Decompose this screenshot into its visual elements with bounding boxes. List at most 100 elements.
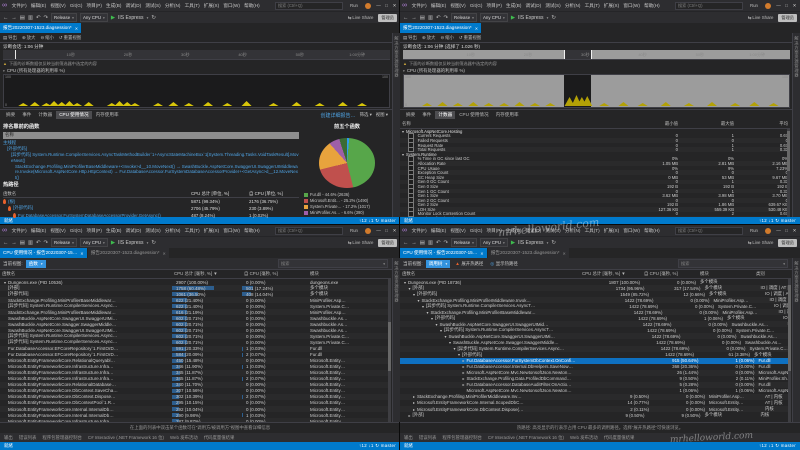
start-profile-label[interactable]: IIS Express bbox=[518, 240, 544, 246]
menu-item[interactable]: 工具(T) bbox=[583, 3, 601, 9]
platform-dropdown[interactable]: Any CPU▾ bbox=[80, 13, 108, 22]
close-tab-icon[interactable]: ✕ bbox=[80, 251, 84, 256]
platform-dropdown[interactable]: Any CPU▾ bbox=[80, 238, 108, 247]
show-hot-path-button[interactable]: ◎显示热路径 bbox=[488, 261, 519, 267]
menu-item[interactable]: 编辑(E) bbox=[429, 228, 448, 234]
quick-search-input[interactable]: 搜索 (Ctrl+Q) bbox=[675, 2, 743, 10]
panel-tab[interactable]: Web 发布活动 bbox=[170, 435, 198, 441]
timeline-ruler[interactable]: 10秒20秒30秒40秒50秒1:00分钟 bbox=[403, 50, 790, 60]
menu-item[interactable]: 生成(B) bbox=[504, 3, 523, 9]
menu-item[interactable]: 测试(S) bbox=[144, 3, 163, 9]
menu-item[interactable]: 调试(D) bbox=[124, 228, 143, 234]
live-share-button[interactable]: ⇆Live Share bbox=[748, 15, 774, 21]
menu-item[interactable]: Git(G) bbox=[68, 228, 84, 233]
document-tab[interactable]: 报告20220307-1523.diagsession*✕ bbox=[488, 248, 569, 258]
menu-item[interactable]: 工具(T) bbox=[583, 228, 601, 234]
close-button[interactable]: ✕ bbox=[791, 3, 798, 9]
menu-item[interactable]: 视图(V) bbox=[449, 228, 468, 234]
menu-item[interactable]: 测试(S) bbox=[544, 228, 563, 234]
menu-item[interactable]: 生成(B) bbox=[104, 228, 123, 234]
minimize-button[interactable]: — bbox=[775, 228, 782, 233]
hot-path-row[interactable]: [外部代码]2706 (45.79%)230 (3.89%) bbox=[3, 205, 299, 212]
menu-item[interactable]: 工具(T) bbox=[183, 228, 201, 234]
menu-item[interactable]: 编辑(E) bbox=[29, 228, 48, 234]
calltree-row[interactable]: ▸[外部]9 (0.50%)9 (0.50%)多个模块内核 bbox=[400, 412, 791, 418]
menu-item[interactable]: 项目(P) bbox=[85, 228, 104, 234]
tool-tab-item[interactable]: 事件 bbox=[419, 111, 434, 119]
panel-tab[interactable]: 代码度量值结果 bbox=[604, 435, 635, 441]
close-tab-icon[interactable]: ✕ bbox=[475, 26, 479, 31]
undo-icon[interactable]: ↶ bbox=[436, 240, 441, 246]
start-debug-icon[interactable]: ▶ bbox=[511, 15, 515, 21]
close-tab-icon[interactable]: ✕ bbox=[563, 251, 567, 256]
menu-item[interactable]: 窗口(W) bbox=[222, 3, 242, 9]
menu-item[interactable]: 文件(F) bbox=[10, 3, 28, 9]
menu-item[interactable]: 分析(N) bbox=[563, 3, 582, 9]
report-tool-button[interactable]: ⊕放大 bbox=[22, 35, 35, 41]
vertical-scrollbar[interactable] bbox=[388, 279, 391, 422]
save-all-icon[interactable]: ▥ bbox=[428, 240, 433, 246]
panel-tab[interactable]: C# Interactive (.NET Framework 16 位) bbox=[488, 435, 564, 441]
nav-forward-icon[interactable]: → bbox=[11, 15, 16, 21]
menu-item[interactable]: 分析(N) bbox=[163, 3, 182, 9]
panel-tab[interactable]: 输出 bbox=[4, 435, 13, 441]
menu-item[interactable]: Git(G) bbox=[68, 3, 84, 8]
report-tool-button[interactable]: ⊖缩小 bbox=[440, 35, 453, 41]
report-tool-button[interactable]: ↺重置视图 bbox=[459, 35, 481, 41]
functions-col-3[interactable]: 模块 bbox=[308, 271, 391, 277]
document-tab[interactable]: 报告20220307-1523.diagsession*✕ bbox=[400, 23, 481, 33]
counter-col-2[interactable]: 最大值 bbox=[680, 121, 736, 127]
cpu-usage-graph[interactable]: 1000100 bbox=[403, 74, 790, 108]
menu-item[interactable]: Git(G) bbox=[468, 228, 484, 233]
panel-tab[interactable]: 代码度量值结果 bbox=[204, 435, 235, 441]
functions-col-2[interactable]: 自 CPU [毫秒, %] bbox=[242, 271, 308, 277]
panel-tab[interactable]: Web 发布活动 bbox=[570, 435, 598, 441]
menu-item[interactable]: 测试(S) bbox=[144, 228, 163, 234]
tool-tab-item[interactable]: 内存使用率 bbox=[493, 111, 522, 119]
hot-path-link[interactable]: 主线程 bbox=[3, 140, 299, 146]
menu-item[interactable]: 扩展(X) bbox=[602, 228, 621, 234]
calltree-col-3[interactable]: 模块 bbox=[698, 271, 754, 277]
live-share-button[interactable]: ⇆Live Share bbox=[348, 240, 374, 246]
quick-search-input[interactable]: 搜索 (Ctrl+Q) bbox=[275, 227, 343, 235]
view-selector-dropdown[interactable]: 函数▾ bbox=[26, 260, 46, 268]
side-tool-tab[interactable]: 解决方案资源管理器 bbox=[792, 33, 800, 217]
calltree-col-4[interactable]: 类别 bbox=[754, 271, 791, 277]
menu-item[interactable]: 帮助(H) bbox=[243, 3, 262, 9]
calltree-col-1[interactable]: CPU 总计 [毫秒, %] ▼ bbox=[580, 271, 642, 277]
counter-col-1[interactable]: 最小值 bbox=[624, 121, 680, 127]
live-share-button[interactable]: ⇆Live Share bbox=[348, 15, 374, 21]
menu-item[interactable]: 调试(D) bbox=[524, 3, 543, 9]
save-all-icon[interactable]: ▥ bbox=[28, 240, 33, 246]
menu-item[interactable]: 生成(B) bbox=[504, 228, 523, 234]
tool-tab-item[interactable]: 摘要 bbox=[3, 111, 18, 119]
menu-item[interactable]: Git(G) bbox=[468, 3, 484, 8]
live-share-button[interactable]: ⇆Live Share bbox=[748, 240, 774, 246]
maximize-button[interactable]: □ bbox=[383, 228, 390, 233]
expand-hot-path-button[interactable]: ▲展开热路径 bbox=[453, 261, 485, 267]
menu-item[interactable]: 窗口(W) bbox=[222, 228, 242, 234]
report-tool-button[interactable]: ⊖缩小 bbox=[40, 35, 53, 41]
tool-tab-item[interactable]: CPU 使用情况 bbox=[456, 111, 491, 119]
configuration-dropdown[interactable]: Release▾ bbox=[51, 238, 77, 247]
document-tab[interactable]: 报告20220307-1523.diagsession*✕ bbox=[0, 23, 81, 33]
function-link[interactable]: (根) bbox=[8, 199, 15, 205]
hot-path-link[interactable]: StackExchange.Profiling.MiniProfilerBase… bbox=[3, 164, 299, 181]
report-tool-button[interactable]: ↺重置视图 bbox=[59, 35, 81, 41]
selection-handle[interactable] bbox=[591, 50, 592, 59]
menu-item[interactable]: 项目(P) bbox=[85, 3, 104, 9]
quick-search-input[interactable]: 搜索 (Ctrl+Q) bbox=[275, 2, 343, 10]
close-button[interactable]: ✕ bbox=[391, 228, 398, 234]
tool-tab-item[interactable]: 计数器 bbox=[35, 111, 55, 119]
hot-path-link[interactable]: [外部代码] bbox=[3, 146, 299, 152]
counter-checkbox[interactable] bbox=[408, 216, 414, 217]
side-tool-tab[interactable]: 解决方案资源管理器 bbox=[792, 258, 800, 422]
function-link[interactable]: Fur.DatabaseAccessor.FurSystemDatabaseAc… bbox=[18, 213, 161, 218]
scrollbar-thumb[interactable] bbox=[787, 131, 790, 171]
refresh-icon[interactable]: ↻ bbox=[551, 15, 556, 21]
close-tab-icon[interactable]: ✕ bbox=[75, 26, 79, 31]
panel-tab[interactable]: 错误列表 bbox=[419, 435, 437, 441]
menu-item[interactable]: 调试(D) bbox=[124, 3, 143, 9]
nav-forward-icon[interactable]: → bbox=[11, 240, 16, 246]
view-selector-dropdown[interactable]: 调用树▾ bbox=[426, 260, 451, 268]
